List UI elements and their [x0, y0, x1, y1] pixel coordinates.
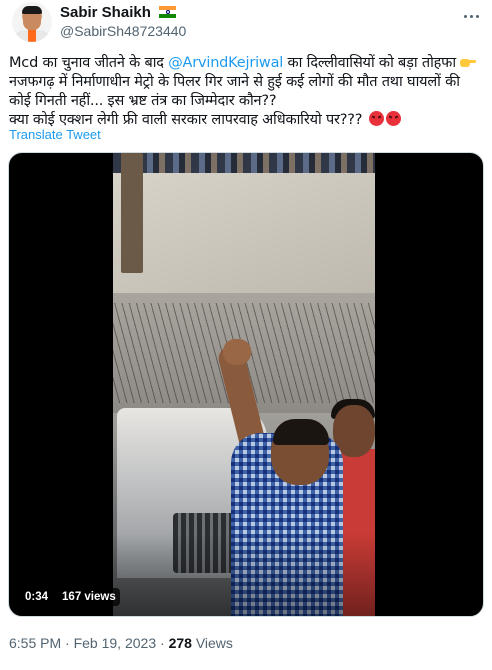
video-frame[interactable]	[113, 153, 375, 616]
avatar-cap	[22, 6, 42, 14]
views-count: 278	[168, 635, 192, 651]
tweet-text-line1-before: Mcd का चुनाव जीतने के बाद	[9, 55, 169, 71]
mention-link[interactable]: @ArvindKejriwal	[168, 55, 283, 71]
tweet-text: Mcd का चुनाव जीतने के बाद @ArvindKejriwa…	[9, 54, 483, 130]
angry-face-emoji-icon	[368, 111, 384, 126]
video-views: 167 views	[58, 588, 120, 606]
tweet-text-line2: नजफगढ़ में निर्माणाधीन मेट्रो के पिलर गि…	[9, 74, 460, 109]
india-flag-icon	[159, 6, 177, 18]
tweet-text-line1-after: का दिल्लीवासियों को बड़ा तोहफा	[283, 55, 461, 71]
tweet-header: Sabir Shaikh @SabirSh48723440	[8, 2, 484, 44]
footer-separator: ·	[160, 635, 165, 651]
pointing-right-emoji-icon	[460, 55, 477, 69]
tweet-card: Sabir Shaikh @SabirSh48723440 Mcd का चुन…	[0, 0, 492, 670]
author-handle[interactable]: @SabirSh48723440	[60, 22, 186, 40]
tweet-time[interactable]: 6:55 PM	[9, 635, 61, 651]
views-label: Views	[195, 635, 233, 651]
video-player[interactable]: 0:34 167 views	[8, 152, 484, 617]
tweet-date[interactable]: Feb 19, 2023	[74, 635, 157, 651]
angry-face-emoji-icon	[385, 111, 401, 126]
video-meta: 0:34 167 views	[21, 588, 120, 606]
avatar-sash	[28, 29, 36, 42]
more-options-icon[interactable]	[460, 6, 482, 26]
author-names: Sabir Shaikh @SabirSh48723440	[60, 4, 186, 40]
video-duration: 0:34	[21, 588, 53, 606]
avatar[interactable]	[12, 2, 52, 42]
author-display-name[interactable]: Sabir Shaikh	[60, 4, 151, 22]
footer-separator: ·	[65, 635, 70, 651]
tweet-footer: 6:55 PM · Feb 19, 2023 · 278 Views	[9, 634, 233, 652]
tweet-text-line3: क्या कोई एक्शन लेगी फ्री वाली सरकार लापर…	[9, 112, 363, 128]
translate-tweet-link[interactable]: Translate Tweet	[9, 127, 101, 142]
